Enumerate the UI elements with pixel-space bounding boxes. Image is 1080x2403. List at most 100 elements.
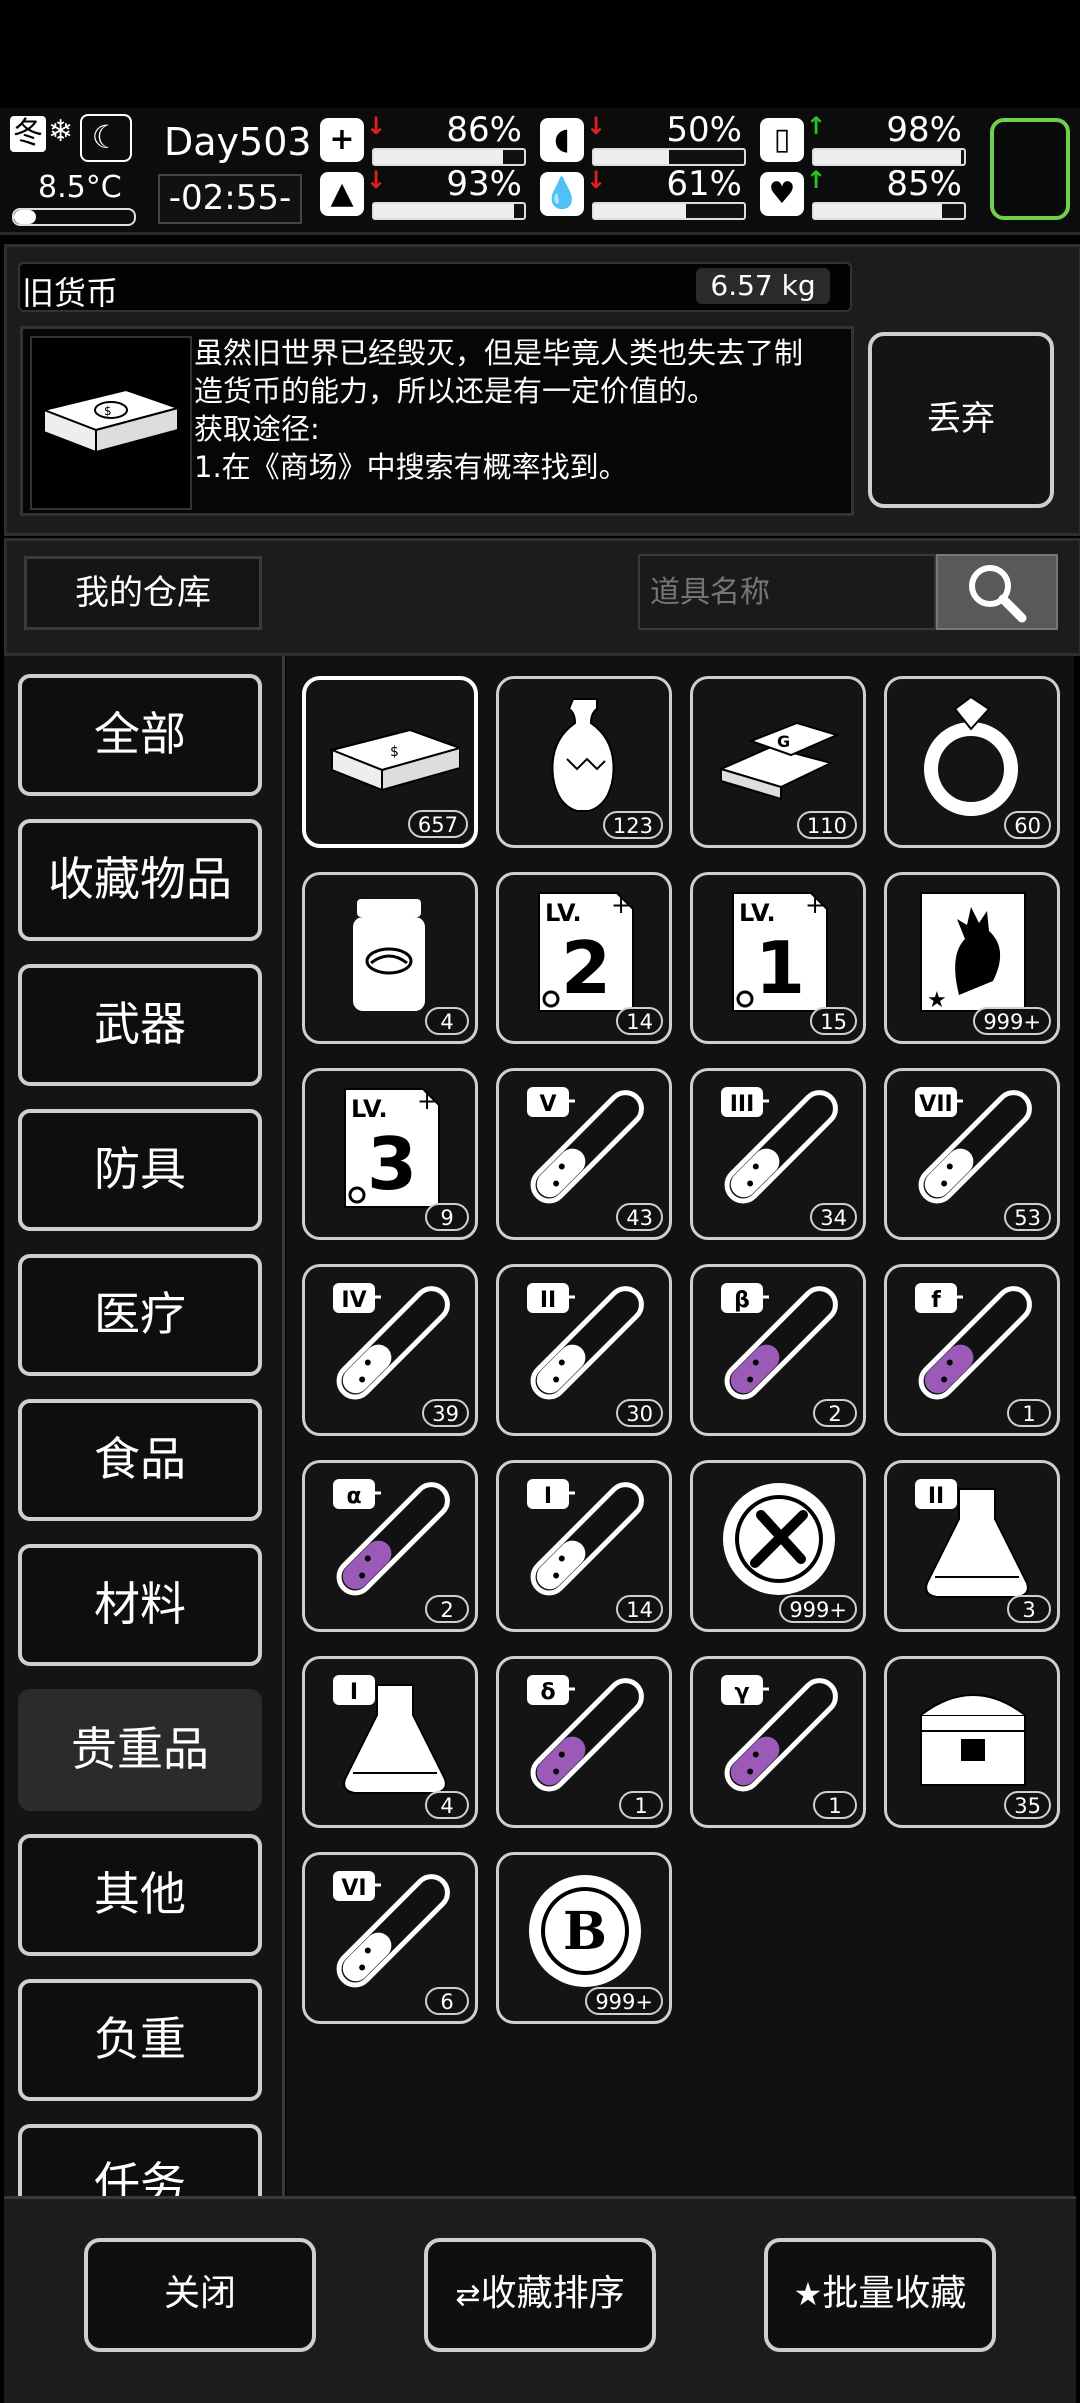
category-6[interactable]: 材料	[18, 1544, 262, 1666]
item-slot[interactable]: 999+	[690, 1460, 866, 1632]
skill-book-lv2-icon: LV.2+	[538, 891, 634, 1012]
item-slot[interactable]: 35	[884, 1656, 1060, 1828]
stat-stomach: ◖ ↓ 50%	[538, 110, 750, 166]
stat-pill: ▯ ↑ 98%	[758, 110, 970, 166]
item-slot[interactable]: 60	[884, 676, 1060, 848]
item-grid: $657 123 G 110 60 4 LV. 2 +14 LV. 1 +15 ★ 999+ LV. 3 +9 V…	[286, 656, 1074, 2196]
item-count: 14	[616, 1007, 663, 1035]
svg-text:+: +	[611, 891, 631, 919]
test-tube-icon: IV	[333, 1283, 450, 1400]
category-1[interactable]: 收藏物品	[18, 819, 262, 941]
discard-button[interactable]: 丢弃	[868, 332, 1054, 508]
item-slot[interactable]: $657	[302, 676, 478, 848]
item-slot[interactable]: α2	[302, 1460, 478, 1632]
stomach-icon: ◖	[540, 118, 584, 162]
chest-icon	[920, 1694, 1026, 1786]
item-slot[interactable]: γ1	[690, 1656, 866, 1828]
item-slot[interactable]: LV. 3 +9	[302, 1068, 478, 1240]
item-count: 1	[813, 1791, 857, 1819]
item-slot[interactable]: VI 6	[302, 1852, 478, 2024]
star-icon: ★	[793, 2275, 823, 2313]
gold-bars-icon: G	[718, 721, 840, 801]
item-thumbnail: $	[30, 336, 192, 510]
day-time-panel: Day503 -02:55-	[156, 114, 312, 226]
category-0[interactable]: 全部	[18, 674, 262, 796]
svg-text:IV: IV	[341, 1288, 366, 1313]
category-2[interactable]: 武器	[18, 964, 262, 1086]
item-slot[interactable]: B 999+	[496, 1852, 672, 2024]
stamina-icon: ▲	[320, 172, 364, 216]
stat-water: 💧 ↓ 61%	[538, 164, 750, 220]
equipment-slot[interactable]	[990, 118, 1070, 220]
item-count: 123	[602, 811, 663, 839]
item-count: 39	[422, 1399, 469, 1427]
item-slot[interactable]: 123	[496, 676, 672, 848]
item-slot[interactable]: II 3	[884, 1460, 1060, 1632]
svg-text:+: +	[805, 891, 825, 919]
item-count: 43	[616, 1203, 663, 1231]
item-slot[interactable]: β2	[690, 1264, 866, 1436]
svg-text:δ: δ	[540, 1680, 555, 1705]
water-icon: 💧	[540, 172, 584, 216]
item-count: 35	[1004, 1791, 1051, 1819]
item-slot[interactable]: LV. 2 +14	[496, 872, 672, 1044]
item-count: 110	[796, 811, 857, 839]
item-description: 虽然旧世界已经毁灭，但是毕竟人类也失去了制 造货币的能力，所以还是有一定价值的。…	[194, 334, 844, 486]
svg-text:VI: VI	[341, 1876, 366, 1901]
season-weather-panel: 冬 ❄ ☾ 8.5°C	[8, 114, 138, 229]
svg-text:3: 3	[367, 1122, 417, 1206]
stat-value: 85%	[886, 164, 962, 204]
search-input[interactable]	[638, 554, 936, 630]
category-8[interactable]: 其他	[18, 1834, 262, 1956]
svg-text:V: V	[539, 1092, 556, 1117]
item-slot[interactable]: G 110	[690, 676, 866, 848]
close-button[interactable]: 关闭	[84, 2238, 316, 2352]
test-tube-icon: III	[721, 1087, 838, 1204]
item-count: 15	[810, 1007, 857, 1035]
svg-text:2: 2	[561, 926, 611, 1010]
sort-label: 收藏排序	[480, 2273, 625, 2314]
item-slot[interactable]: II 30	[496, 1264, 672, 1436]
flask-icon: I	[333, 1675, 447, 1794]
item-count: 3	[1007, 1595, 1051, 1623]
item-slot[interactable]: δ1	[496, 1656, 672, 1828]
category-3[interactable]: 防具	[18, 1109, 262, 1231]
item-slot[interactable]: 4	[302, 872, 478, 1044]
category-5[interactable]: 食品	[18, 1399, 262, 1521]
item-count: 9	[425, 1203, 469, 1231]
item-count: 999+	[585, 1987, 663, 2015]
category-4[interactable]: 医疗	[18, 1254, 262, 1376]
search-button[interactable]	[936, 554, 1058, 630]
item-slot[interactable]: f1	[884, 1264, 1060, 1436]
item-slot[interactable]: I 14	[496, 1460, 672, 1632]
item-count: 34	[810, 1203, 857, 1231]
item-count: 2	[425, 1595, 469, 1623]
item-weight: 6.57 kg	[696, 268, 830, 304]
test-tube-icon: VII	[915, 1087, 1032, 1204]
money-stack-icon: $	[328, 728, 460, 792]
item-count: 657	[407, 810, 468, 838]
stat-health: + ↓ 86%	[318, 110, 530, 166]
ring-icon	[924, 695, 1018, 816]
close-label: 关闭	[163, 2273, 236, 2314]
skill-book-lv3-icon: LV.3+	[344, 1087, 440, 1208]
batch-label: 批量收藏	[822, 2273, 967, 2314]
item-slot[interactable]: III 34	[690, 1068, 866, 1240]
item-slot[interactable]: LV. 1 +15	[690, 872, 866, 1044]
jar-icon	[353, 899, 425, 1011]
category-9[interactable]: 负重	[18, 1979, 262, 2101]
sort-favorites-button[interactable]: ⇄收藏排序	[424, 2238, 656, 2352]
category-7[interactable]: 贵重品	[18, 1689, 262, 1811]
item-slot[interactable]: ★ 999+	[884, 872, 1060, 1044]
stat-stamina: ▲ ↓ 93%	[318, 164, 530, 220]
svg-text:II: II	[928, 1484, 944, 1509]
item-slot[interactable]: I4	[302, 1656, 478, 1828]
health-icon: +	[320, 118, 364, 162]
category-10[interactable]: 任务	[18, 2124, 262, 2196]
item-slot[interactable]: VII 53	[884, 1068, 1060, 1240]
skill-book-lv1-icon: LV.1+	[732, 891, 828, 1012]
svg-text:f: f	[931, 1288, 941, 1313]
item-slot[interactable]: IV 39	[302, 1264, 478, 1436]
batch-favorite-button[interactable]: ★批量收藏	[764, 2238, 996, 2352]
item-slot[interactable]: V 43	[496, 1068, 672, 1240]
